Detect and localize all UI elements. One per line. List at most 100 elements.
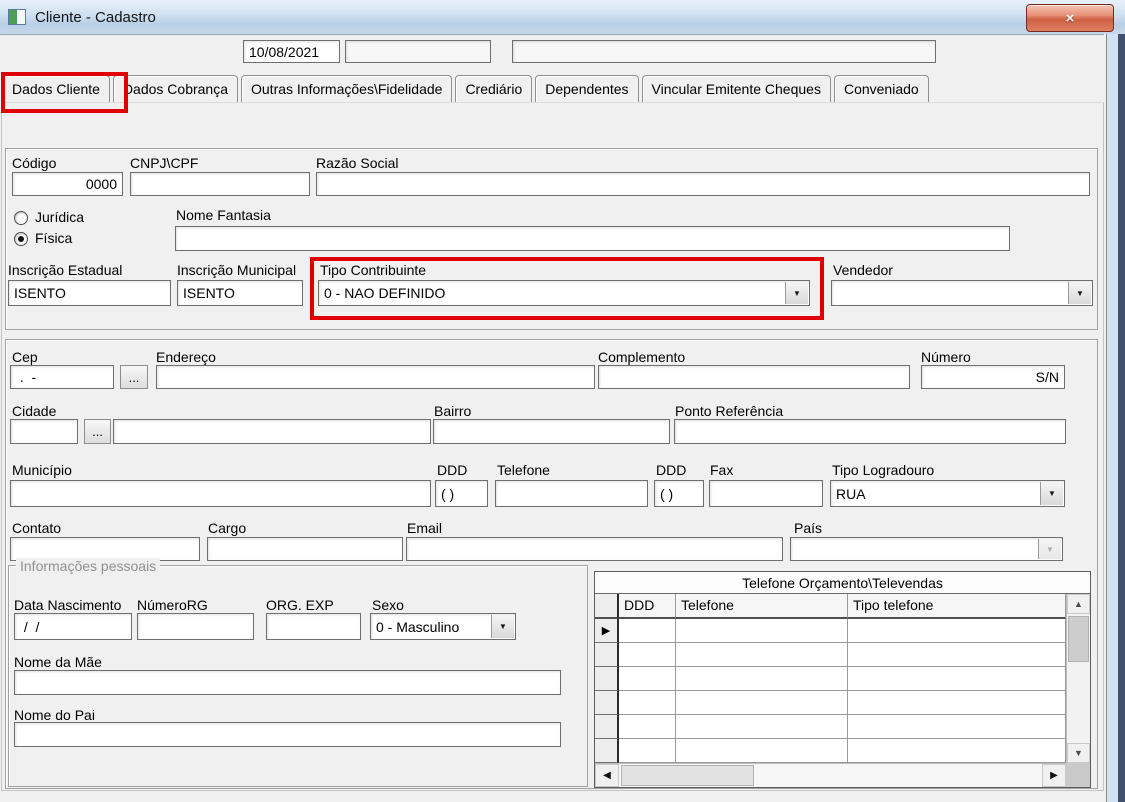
row-selector[interactable] — [595, 691, 619, 715]
chevron-down-icon[interactable]: ▼ — [1040, 482, 1063, 505]
table-cell[interactable] — [676, 619, 848, 643]
codigo-field[interactable]: 0000 — [12, 172, 123, 196]
table-cell[interactable] — [619, 739, 676, 763]
inscricao-municipal-field[interactable]: ISENTO — [177, 280, 303, 306]
table-row[interactable] — [595, 691, 1066, 715]
pais-select[interactable]: ▼ — [790, 537, 1063, 561]
cidade-label: Cidade — [12, 403, 57, 419]
tab-dados-cobranca[interactable]: Dados Cobrança — [112, 75, 238, 102]
column-header-tipo-telefone[interactable]: Tipo telefone — [848, 594, 1066, 619]
numero-field[interactable]: S/N — [921, 365, 1065, 389]
current-row-selector[interactable]: ▶ — [595, 619, 619, 643]
endereco-field[interactable] — [156, 365, 595, 389]
bairro-field[interactable] — [433, 419, 670, 444]
table-cell[interactable] — [619, 643, 676, 667]
header-field-2[interactable] — [345, 40, 491, 63]
table-cell[interactable] — [619, 667, 676, 691]
row-selector-header — [595, 594, 619, 619]
cargo-field[interactable] — [207, 537, 403, 561]
chevron-down-icon[interactable]: ▼ — [491, 615, 514, 638]
complemento-field[interactable] — [598, 365, 910, 389]
header-date-field[interactable]: 10/08/2021 — [243, 40, 340, 63]
cnpj-cpf-field[interactable] — [130, 172, 310, 196]
data-nascimento-field[interactable]: / / — [14, 613, 132, 640]
vertical-scroll-thumb[interactable] — [1068, 616, 1089, 662]
cidade-code-field[interactable] — [10, 419, 78, 444]
row-selector[interactable] — [595, 715, 619, 739]
org-exp-field[interactable] — [266, 613, 361, 640]
chevron-down-icon[interactable]: ▼ — [1068, 282, 1091, 304]
table-row[interactable] — [595, 643, 1066, 667]
column-header-telefone[interactable]: Telefone — [676, 594, 848, 619]
header-field-3[interactable] — [512, 40, 936, 63]
municipio-field[interactable] — [10, 480, 431, 507]
table-cell[interactable] — [848, 643, 1066, 667]
row-selector[interactable] — [595, 643, 619, 667]
table-row[interactable] — [595, 715, 1066, 739]
table-cell[interactable] — [676, 667, 848, 691]
cidade-nome-field[interactable] — [113, 419, 431, 444]
table-cell[interactable] — [676, 691, 848, 715]
scroll-right-icon[interactable]: ▶ — [1042, 764, 1066, 787]
table-cell[interactable] — [848, 739, 1066, 763]
ponto-referencia-field[interactable] — [674, 419, 1066, 444]
table-row[interactable] — [595, 739, 1066, 763]
horizontal-scroll-thumb[interactable] — [621, 765, 754, 786]
row-selector[interactable] — [595, 739, 619, 763]
scroll-left-icon[interactable]: ◀ — [595, 764, 619, 787]
cep-field[interactable]: . - — [10, 365, 114, 389]
nome-mae-field[interactable] — [14, 670, 561, 695]
nome-fantasia-field[interactable] — [175, 226, 1010, 251]
table-cell[interactable] — [848, 619, 1066, 643]
contato-label: Contato — [12, 520, 62, 536]
chevron-down-icon[interactable]: ▼ — [1038, 539, 1061, 559]
table-cell[interactable] — [848, 667, 1066, 691]
tipo-contribuinte-select[interactable]: 0 - NAO DEFINIDO ▼ — [318, 280, 810, 306]
table-cell[interactable] — [848, 691, 1066, 715]
table-cell[interactable] — [676, 739, 848, 763]
table-row[interactable] — [595, 667, 1066, 691]
radio-juridica[interactable] — [14, 211, 28, 225]
sexo-select[interactable]: 0 - Masculino ▼ — [370, 613, 516, 640]
table-cell[interactable] — [848, 715, 1066, 739]
cep-browse-button[interactable]: ... — [120, 365, 148, 389]
tab-conveniado[interactable]: Conveniado — [833, 75, 929, 102]
title-bar[interactable]: Cliente - Cadastro × — [0, 0, 1125, 35]
table-cell[interactable] — [619, 715, 676, 739]
tipo-logradouro-select[interactable]: RUA ▼ — [830, 480, 1065, 507]
tab-dados-cliente[interactable]: Dados Cliente — [2, 75, 110, 102]
close-button[interactable]: × — [1026, 4, 1114, 32]
table-cell[interactable] — [676, 643, 848, 667]
email-field[interactable] — [406, 537, 783, 561]
inscricao-estadual-label: Inscrição Estadual — [8, 262, 123, 278]
close-icon: × — [1065, 9, 1075, 27]
vertical-scrollbar[interactable]: ▲ ▼ — [1066, 594, 1090, 763]
tab-dependentes[interactable]: Dependentes — [535, 75, 639, 102]
razao-social-field[interactable] — [316, 172, 1090, 196]
tab-crediario[interactable]: Crediário — [455, 75, 533, 102]
vendedor-select[interactable]: ▼ — [831, 280, 1093, 306]
ddd2-field[interactable]: ( ) — [654, 480, 704, 507]
row-selector[interactable] — [595, 667, 619, 691]
table-cell[interactable] — [619, 691, 676, 715]
complemento-label: Complemento — [598, 349, 686, 365]
numero-rg-field[interactable] — [137, 613, 254, 640]
nome-pai-field[interactable] — [14, 722, 561, 747]
table-cell[interactable] — [676, 715, 848, 739]
column-header-ddd[interactable]: DDD — [619, 594, 676, 619]
fax-field[interactable] — [709, 480, 823, 507]
tab-vincular-emitente-cheques[interactable]: Vincular Emitente Cheques — [641, 75, 831, 102]
ddd1-field[interactable]: ( ) — [435, 480, 488, 507]
inscricao-estadual-field[interactable]: ISENTO — [8, 280, 171, 306]
tab-outras-informacoes-fidelidade[interactable]: Outras Informações\Fidelidade — [241, 75, 453, 102]
table-row[interactable]: ▶ — [595, 619, 1066, 643]
radio-fisica[interactable] — [14, 232, 28, 246]
chevron-down-icon[interactable]: ▼ — [785, 282, 808, 304]
table-cell[interactable] — [619, 619, 676, 643]
scroll-up-icon[interactable]: ▲ — [1067, 594, 1090, 614]
horizontal-scrollbar[interactable]: ◀ ▶ — [595, 763, 1066, 787]
telefone-field[interactable] — [495, 480, 648, 507]
cidade-browse-button[interactable]: ... — [84, 419, 111, 444]
scroll-down-icon[interactable]: ▼ — [1067, 743, 1090, 763]
cargo-label: Cargo — [208, 520, 247, 536]
